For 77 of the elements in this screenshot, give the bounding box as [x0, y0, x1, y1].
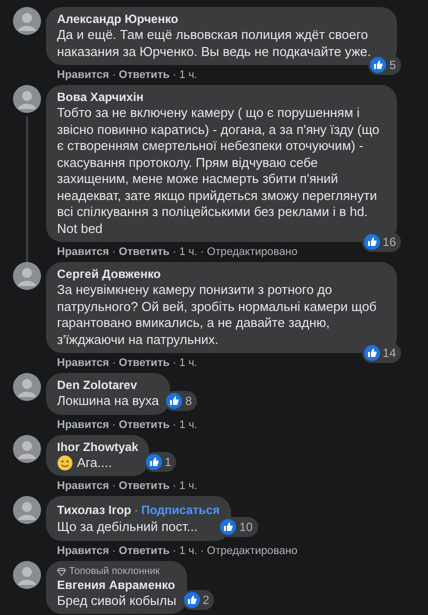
avatar-icon[interactable] — [13, 7, 41, 35]
comment-text: Ага.... — [77, 454, 112, 471]
action-link[interactable]: Ответить — [118, 357, 170, 370]
follow-link[interactable]: Подписаться — [141, 501, 220, 519]
separator-dot: · — [200, 246, 204, 259]
like-count: 8 — [185, 392, 192, 410]
fan-label: Топовый поклонник — [69, 566, 160, 578]
thumbs-up-icon — [184, 592, 200, 608]
reaction-badge[interactable]: 14 — [362, 343, 401, 363]
reaction-badge[interactable]: 16 — [362, 232, 401, 252]
separator-dot: · — [134, 502, 138, 519]
separator-dot: · — [172, 480, 176, 493]
separator-dot: · — [112, 480, 116, 493]
reaction-badge[interactable]: 8 — [164, 390, 197, 410]
author-name[interactable]: Ihor Zhowtyak — [57, 440, 138, 454]
avatar-icon[interactable] — [13, 373, 41, 401]
action-link[interactable]: Ответить — [118, 418, 170, 432]
avatar-icon[interactable] — [13, 434, 41, 462]
diamond-icon — [57, 568, 66, 576]
separator-dot: · — [112, 418, 116, 432]
action-link[interactable]: Нравится — [57, 480, 110, 493]
separator-dot: · — [112, 246, 116, 259]
action-link[interactable]: Ответить — [118, 246, 170, 259]
thumbs-up-icon — [220, 518, 236, 534]
meta-text: 1 ч. — [179, 544, 198, 558]
separator-dot: · — [172, 418, 176, 432]
thumbs-up-icon — [370, 57, 386, 73]
avatar-icon[interactable] — [13, 85, 41, 113]
action-link[interactable]: Ответить — [118, 480, 170, 493]
like-count: 1 — [164, 454, 172, 471]
reaction-badge[interactable]: 2 — [182, 590, 214, 610]
separator-dot: · — [112, 69, 116, 82]
avatar-icon[interactable] — [13, 496, 41, 524]
separator-dot: · — [172, 69, 176, 82]
thumbs-up-icon — [364, 234, 380, 250]
author-name[interactable]: Den Zolotarev — [57, 378, 138, 393]
meta-text: 1 ч. — [179, 357, 198, 370]
separator-dot: · — [172, 357, 176, 370]
reaction-badge[interactable]: 5 — [368, 55, 401, 75]
thumbs-up-icon — [146, 454, 162, 470]
author-name[interactable]: Александр Юрченко — [57, 12, 178, 27]
author-name[interactable]: Тихолаз Ігор — [57, 502, 132, 518]
thumbs-up-icon — [364, 345, 380, 361]
action-link[interactable]: Нравится — [57, 418, 110, 432]
avatar-icon[interactable] — [13, 262, 41, 290]
separator-dot: · — [112, 544, 116, 558]
avatar-icon[interactable] — [13, 560, 41, 588]
meta-text: 1 ч. — [179, 246, 198, 259]
like-count: 2 — [202, 592, 210, 609]
author-name[interactable]: Вова Харчихін — [57, 90, 144, 105]
separator-dot: · — [172, 246, 176, 259]
separator-dot: · — [200, 544, 204, 558]
meta-text: Отредактировано — [206, 544, 298, 558]
action-link[interactable]: Ответить — [118, 544, 170, 558]
meta-text: Отредактировано — [206, 246, 298, 259]
meta-text: 1 ч. — [179, 69, 198, 82]
comment-text: Бред сивой кобылы — [57, 592, 176, 609]
action-link[interactable]: Нравится — [57, 357, 110, 370]
separator-dot: · — [172, 544, 176, 558]
author-name[interactable]: Евгения Авраменко — [57, 578, 176, 592]
like-count: 10 — [239, 518, 253, 536]
action-link[interactable]: Нравится — [57, 544, 110, 558]
reaction-badge[interactable]: 10 — [218, 516, 258, 536]
like-count: 14 — [382, 345, 396, 362]
comment-text: Локшина на вуха — [57, 393, 159, 410]
meta-text: 1 ч. — [179, 480, 198, 493]
action-link[interactable]: Нравится — [57, 69, 110, 82]
meta-text: 1 ч. — [179, 418, 198, 432]
action-link[interactable]: Ответить — [118, 69, 170, 82]
reaction-badge[interactable]: 1 — [144, 452, 176, 472]
author-name[interactable]: Сергей Довженко — [57, 267, 161, 282]
action-link[interactable]: Нравится — [57, 246, 110, 259]
like-count: 5 — [389, 57, 396, 74]
thumbs-up-icon — [166, 392, 182, 408]
separator-dot: · — [112, 357, 116, 370]
like-count: 16 — [382, 234, 396, 251]
comment-text: Що за дебільний пост... — [57, 519, 198, 536]
